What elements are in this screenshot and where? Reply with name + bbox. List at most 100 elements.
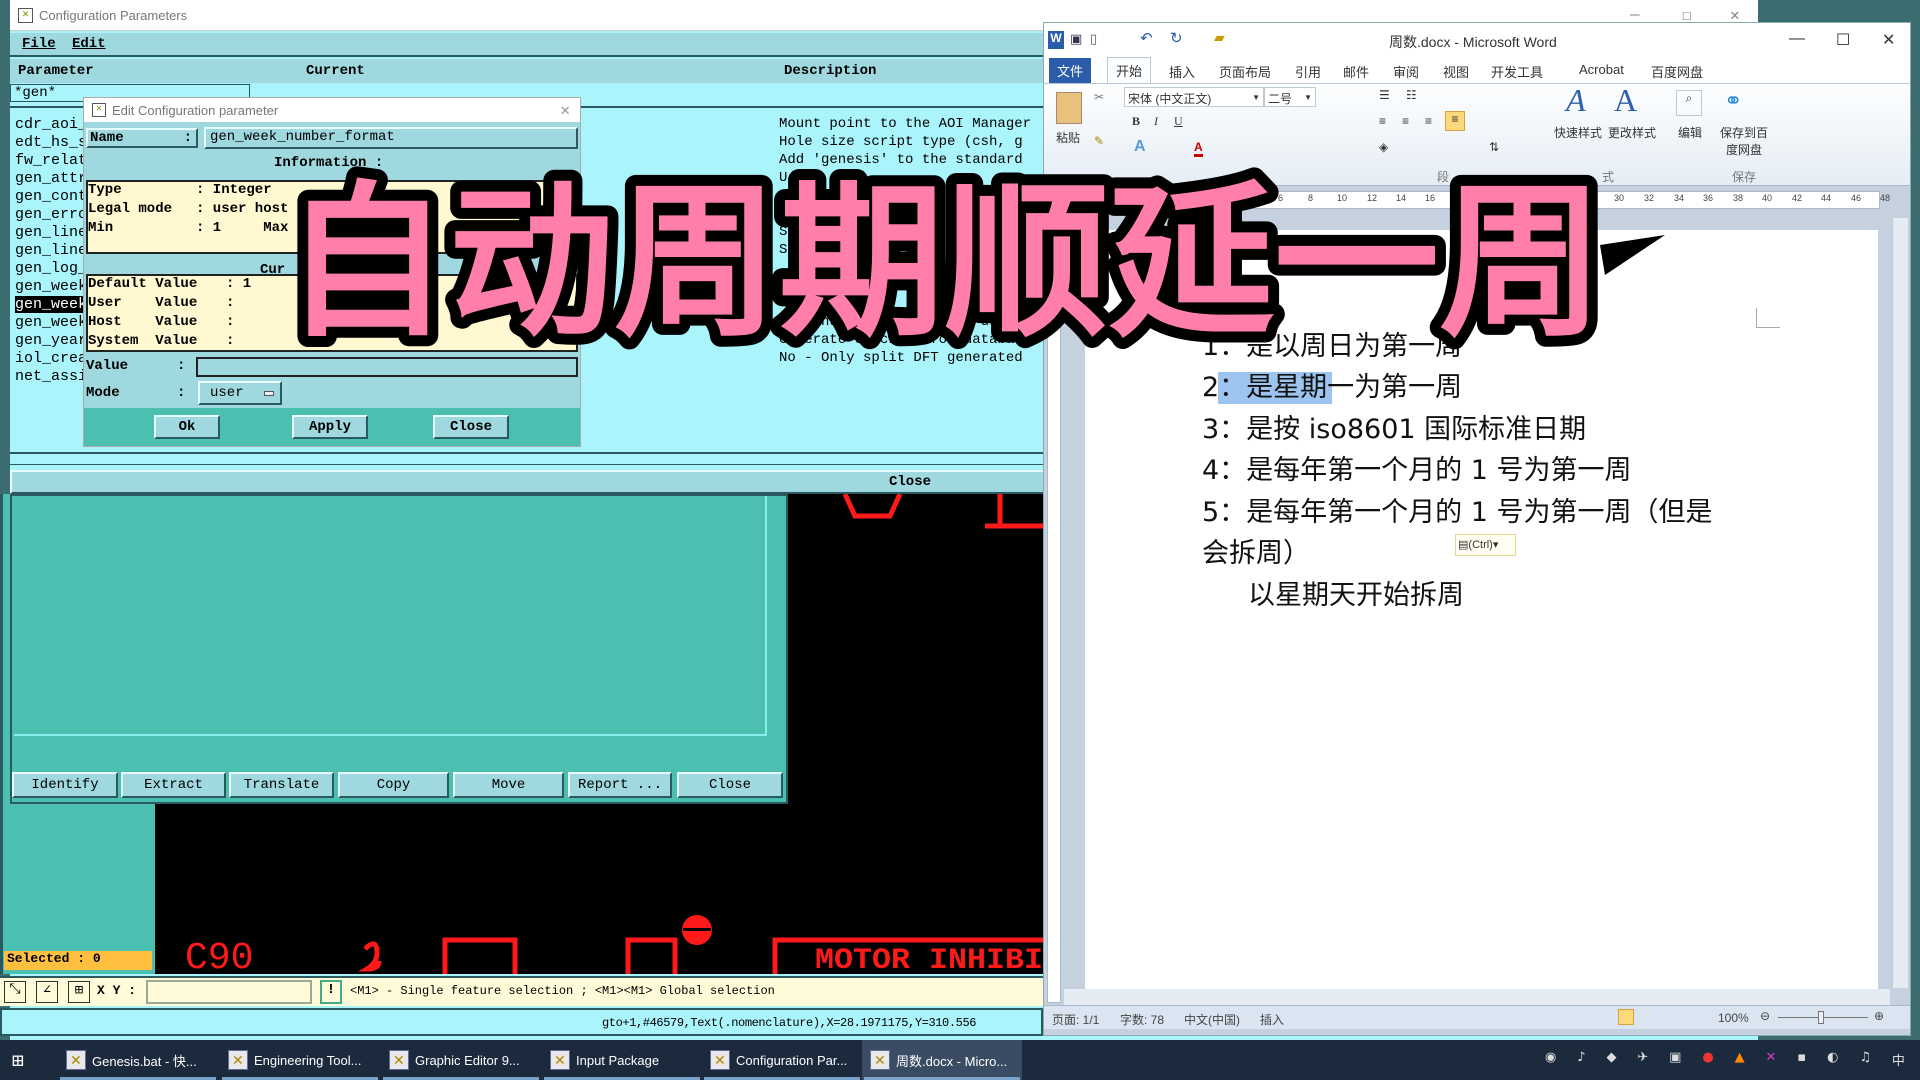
parameter-row[interactable]: edt_hs_s bbox=[15, 134, 87, 151]
value-input[interactable] bbox=[196, 357, 578, 377]
taskbar-item[interactable]: Graphic Editor 9... bbox=[381, 1040, 541, 1080]
volume-icon[interactable]: ♫ bbox=[1859, 1050, 1871, 1072]
tray-icon[interactable]: ◉ bbox=[1545, 1050, 1556, 1072]
panel-button-report[interactable]: Report ... bbox=[568, 772, 672, 798]
panel-button-identify[interactable]: Identify bbox=[12, 772, 118, 798]
parameter-row[interactable]: gen_week bbox=[15, 314, 87, 331]
taskbar-item[interactable]: 周数.docx - Micro... bbox=[862, 1040, 1022, 1080]
ribbon-tab[interactable]: 开始 bbox=[1107, 57, 1152, 83]
parameter-row[interactable]: gen_cont bbox=[15, 188, 87, 205]
document-line[interactable]: 3：是按 iso8601 国际标准日期 bbox=[1202, 413, 1852, 447]
word-minimize[interactable]: — bbox=[1789, 30, 1805, 48]
parameter-row[interactable]: gen_log_ bbox=[15, 260, 87, 277]
panel-button-translate[interactable]: Translate bbox=[229, 772, 334, 798]
quick-styles-icon[interactable]: A bbox=[1566, 82, 1586, 119]
ribbon-tab[interactable]: 页面布局 bbox=[1219, 62, 1271, 81]
paste-options-button[interactable]: ▤(Ctrl)▾ bbox=[1455, 534, 1516, 556]
tray-icon[interactable]: ▣ bbox=[1669, 1050, 1681, 1072]
bold-button[interactable]: B bbox=[1132, 114, 1140, 129]
panel-button-close[interactable]: Close bbox=[677, 772, 783, 798]
parameter-row[interactable]: gen_week bbox=[15, 278, 87, 295]
parameter-row[interactable]: iol_crea bbox=[15, 350, 87, 367]
measure-tool-icon[interactable]: ∠ bbox=[36, 981, 58, 1003]
parameter-row[interactable]: gen_year bbox=[15, 332, 87, 349]
insert-mode[interactable]: 插入 bbox=[1260, 1011, 1284, 1028]
language[interactable]: 中文(中国) bbox=[1184, 1011, 1240, 1028]
ribbon-tab[interactable]: 开发工具 bbox=[1491, 62, 1543, 81]
ribbon-tab[interactable]: 文件 bbox=[1049, 58, 1092, 83]
document-line[interactable]: 会拆周） bbox=[1202, 537, 1852, 571]
ribbon-tab[interactable]: 邮件 bbox=[1343, 62, 1369, 81]
apply-button[interactable]: Apply bbox=[292, 415, 368, 439]
bullets-icon[interactable]: ☰ bbox=[1379, 88, 1390, 102]
word-close[interactable]: ✕ bbox=[1882, 30, 1895, 50]
tray-icon[interactable]: ▲ bbox=[1735, 1050, 1745, 1072]
menu-edit[interactable]: Edit bbox=[72, 36, 106, 52]
taskbar-item[interactable]: Input Package bbox=[542, 1040, 702, 1080]
document-line[interactable]: 2：是星期一为第一周 bbox=[1202, 371, 1852, 405]
change-styles-label[interactable]: 更改样式 bbox=[1608, 124, 1656, 141]
ime-icon[interactable]: 中 bbox=[1892, 1050, 1905, 1072]
save-icon[interactable]: ▣ bbox=[1070, 31, 1082, 47]
font-size-select[interactable]: 二号 ▼ bbox=[1264, 87, 1316, 107]
mode-select[interactable]: user bbox=[198, 381, 282, 405]
panel-button-extract[interactable]: Extract bbox=[121, 772, 226, 798]
baidu-cloud-icon[interactable]: ⚭ bbox=[1724, 88, 1742, 114]
tray-icon[interactable]: ◆ bbox=[1606, 1050, 1616, 1072]
redo-icon[interactable]: ↻ bbox=[1170, 29, 1183, 47]
tray-icon[interactable]: ♪ bbox=[1577, 1050, 1585, 1072]
new-icon[interactable]: ▯ bbox=[1090, 31, 1097, 47]
taskbar-item[interactable]: Engineering Tool... bbox=[220, 1040, 380, 1080]
align-center-icon[interactable]: ≡ bbox=[1402, 114, 1409, 128]
undo-icon[interactable]: ↶ bbox=[1140, 29, 1153, 47]
underline-button[interactable]: U bbox=[1174, 114, 1183, 129]
align-left-icon[interactable]: ≡ bbox=[1379, 114, 1386, 128]
parameter-row[interactable]: gen_week bbox=[15, 296, 88, 313]
tray-icon[interactable]: ✈ bbox=[1637, 1050, 1648, 1072]
quick-styles-label[interactable]: 快速样式 bbox=[1554, 124, 1602, 141]
tray-icon[interactable]: ▪ bbox=[1797, 1050, 1806, 1072]
font-name-select[interactable]: 宋体 (中文正文) ▼ bbox=[1124, 87, 1264, 107]
cut-icon[interactable]: ✂ bbox=[1094, 90, 1104, 104]
horizontal-scrollbar[interactable] bbox=[10, 452, 1050, 465]
parameter-row[interactable]: gen_attr bbox=[15, 170, 87, 187]
select-tool-icon[interactable]: ⤡ bbox=[4, 981, 26, 1003]
ribbon-tab[interactable]: 引用 bbox=[1295, 62, 1321, 81]
feature-list[interactable] bbox=[14, 496, 767, 736]
italic-button[interactable]: I bbox=[1154, 114, 1158, 129]
menu-file[interactable]: File bbox=[22, 36, 56, 52]
document-line[interactable]: 4：是每年第一个月的 1 号为第一周 bbox=[1202, 454, 1852, 488]
zoom-level[interactable]: 100% bbox=[1718, 1011, 1749, 1025]
numbering-icon[interactable]: ☷ bbox=[1406, 88, 1417, 102]
edit-label[interactable]: 编辑 bbox=[1678, 124, 1702, 141]
zoom-slider[interactable] bbox=[1778, 1011, 1868, 1024]
xy-input[interactable] bbox=[146, 980, 312, 1004]
ribbon-tab[interactable]: 审阅 bbox=[1393, 62, 1419, 81]
close-button[interactable]: Close bbox=[433, 415, 509, 439]
align-right-icon[interactable]: ≡ bbox=[1425, 114, 1432, 128]
word-maximize[interactable]: ☐ bbox=[1836, 30, 1850, 50]
word-count[interactable]: 字数: 78 bbox=[1120, 1011, 1164, 1028]
vertical-scrollbar[interactable] bbox=[1892, 218, 1908, 988]
zoom-in-icon[interactable]: ⊕ bbox=[1874, 1009, 1884, 1023]
save-baidu-label[interactable]: 保存到百度网盘 bbox=[1716, 124, 1772, 158]
paste-icon[interactable] bbox=[1056, 92, 1082, 124]
parameter-row[interactable]: gen_line bbox=[15, 224, 87, 241]
parameter-row[interactable]: gen_line bbox=[15, 242, 87, 259]
ribbon-tab[interactable]: Acrobat bbox=[1579, 62, 1624, 77]
document-line[interactable]: 以星期天开始拆周 bbox=[1248, 579, 1848, 613]
ribbon-tab[interactable]: 视图 bbox=[1443, 62, 1469, 81]
zoom-out-icon[interactable]: ⊖ bbox=[1760, 1009, 1770, 1023]
horizontal-scrollbar[interactable] bbox=[1064, 989, 1890, 1005]
dialog-close-button[interactable]: ✕ bbox=[560, 100, 570, 120]
parameter-row[interactable]: gen_erro bbox=[15, 206, 87, 223]
panel-button-move[interactable]: Move bbox=[453, 772, 564, 798]
taskbar-item[interactable]: Genesis.bat - 快... bbox=[58, 1040, 218, 1080]
print-layout-icon[interactable] bbox=[1618, 1009, 1634, 1025]
grid-tool-icon[interactable]: ⊞ bbox=[68, 981, 90, 1003]
open-icon[interactable]: ▰ bbox=[1214, 29, 1225, 46]
parameter-row[interactable]: cdr_aoi_ bbox=[15, 116, 87, 133]
ribbon-tab[interactable]: 百度网盘 bbox=[1651, 62, 1703, 81]
start-icon[interactable]: ⊞ bbox=[12, 1048, 24, 1074]
panel-button-copy[interactable]: Copy bbox=[338, 772, 449, 798]
